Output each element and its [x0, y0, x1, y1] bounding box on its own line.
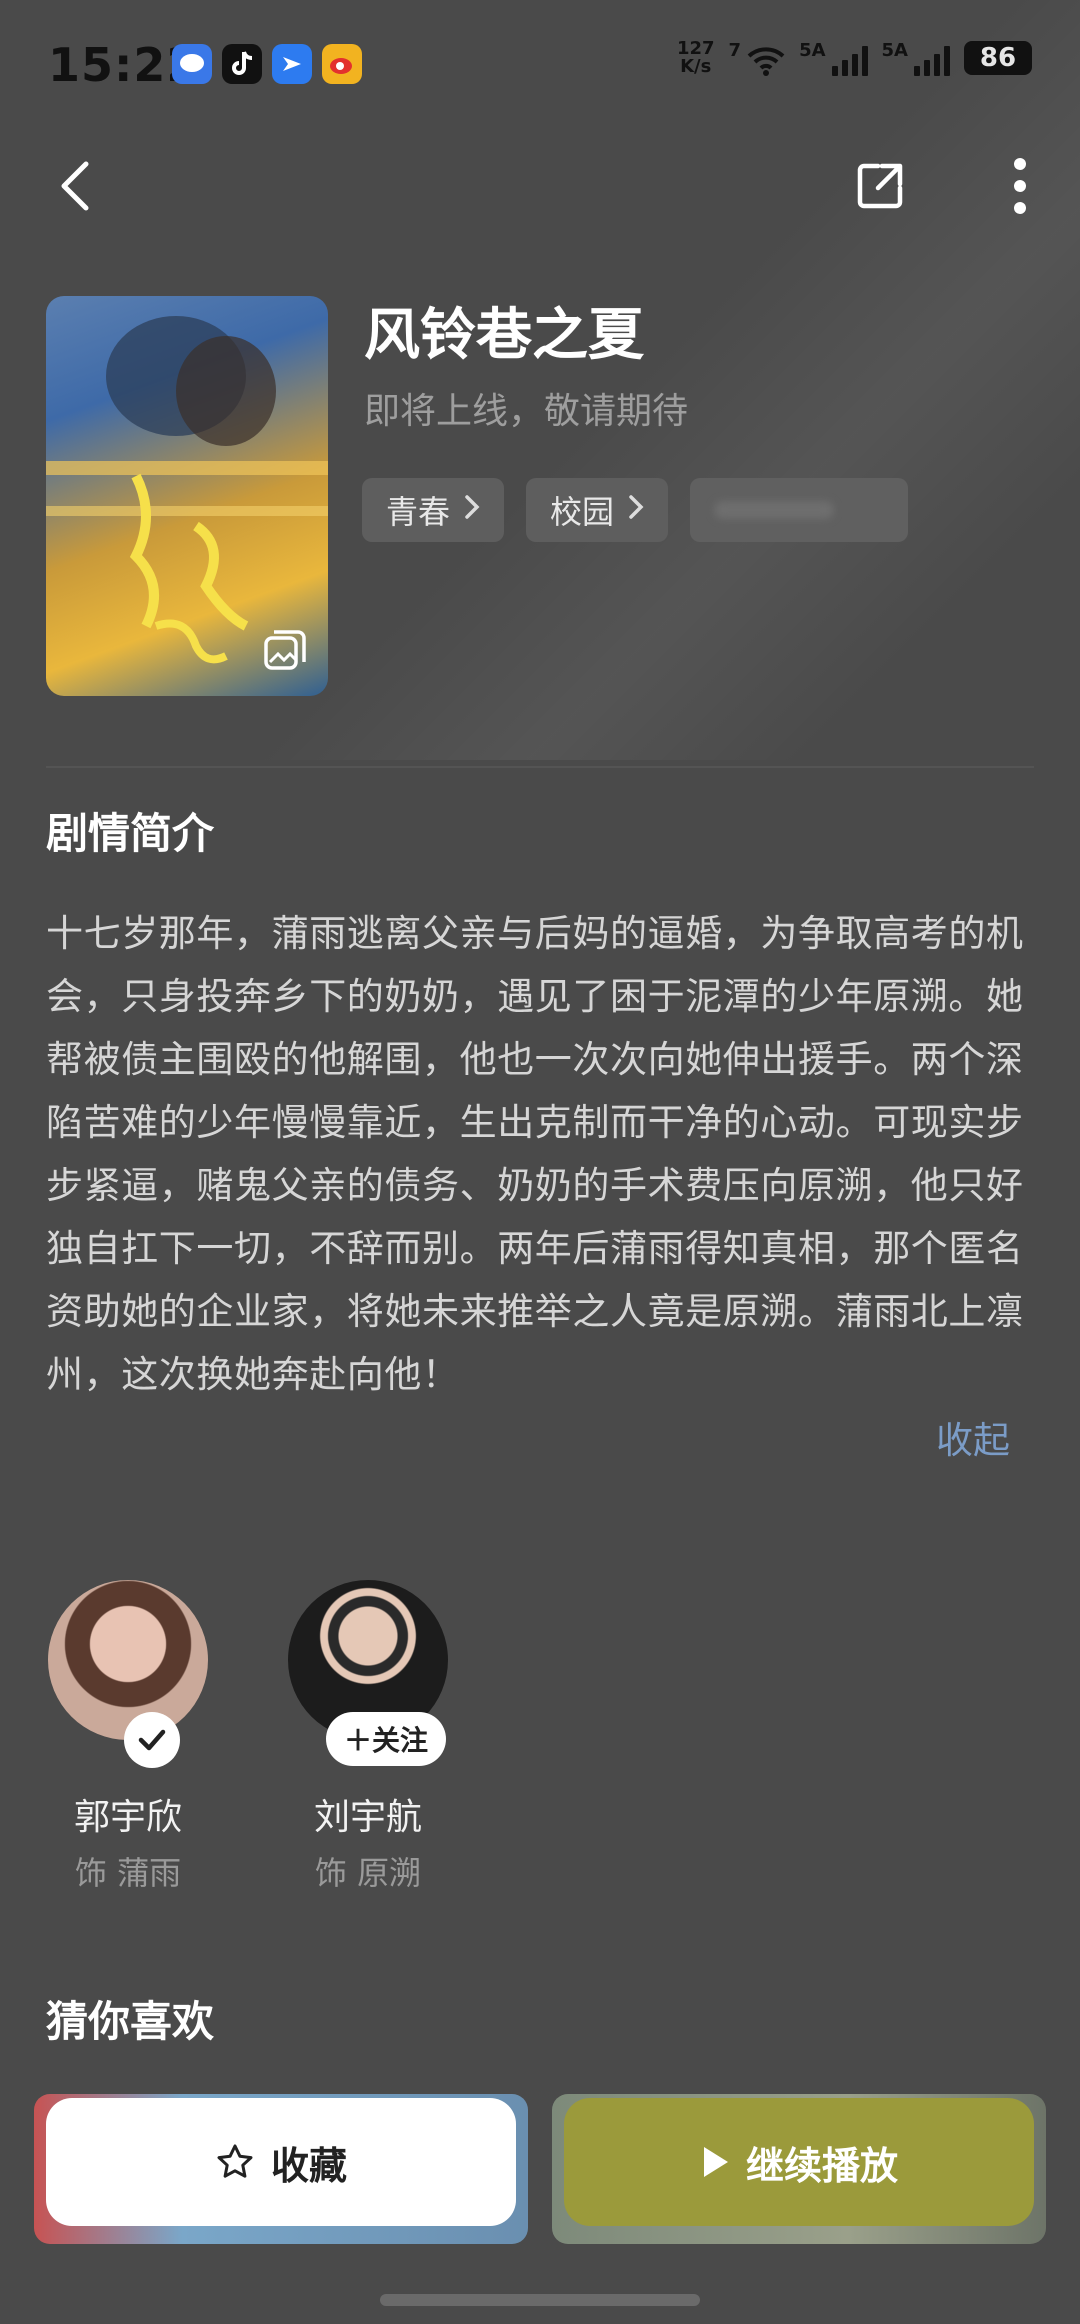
cast-name: 郭宇欣 [73, 1797, 182, 1838]
more-vertical-icon [1014, 158, 1026, 214]
check-icon[interactable] [124, 1712, 180, 1768]
signal-label-1: 5A [799, 40, 826, 61]
signal-icon-1: 5A [799, 40, 868, 76]
play-label: 继续播放 [745, 2143, 898, 2188]
tag-blurred[interactable] [690, 478, 909, 542]
home-indicator[interactable] [380, 2294, 700, 2306]
favorite-label: 收藏 [270, 2143, 347, 2188]
status-bar: 15:22 127 K/s 7 5A 5A 86 [0, 0, 1080, 130]
status-indicators: 127 K/s 7 5A 5A 86 [677, 40, 1032, 76]
release-status: 即将上线，敬请期待 [364, 391, 689, 432]
more-button[interactable] [980, 146, 1060, 226]
drama-title: 风铃巷之夏 [364, 303, 644, 368]
poster-image[interactable] [46, 296, 328, 696]
tag-youth[interactable]: 青春 [362, 478, 505, 542]
message-icon [172, 44, 212, 84]
cast-name: 刘宇航 [313, 1797, 422, 1838]
chevron-right-icon [464, 493, 480, 528]
favorite-button[interactable]: 收藏 [46, 2098, 516, 2226]
share-button[interactable] [840, 146, 920, 226]
collapse-button[interactable]: 收起 [936, 1410, 1010, 1464]
wifi-icon: 7 [729, 40, 786, 76]
blurred-tag-content [714, 501, 835, 519]
cast-member[interactable]: ＋关注 刘宇航 饰 原溯 [268, 1580, 468, 1894]
battery-indicator: 86 [964, 41, 1032, 75]
section-divider [46, 766, 1034, 768]
tag-campus[interactable]: 校园 [526, 478, 669, 542]
chevron-left-icon [61, 161, 89, 211]
avatar[interactable] [48, 1580, 208, 1740]
continue-play-button[interactable]: 继续播放 [564, 2098, 1034, 2226]
weibo-icon [322, 44, 362, 84]
notification-icons [172, 44, 362, 84]
cast-member[interactable]: 郭宇欣 饰 蒲雨 [28, 1580, 228, 1894]
tiktok-icon [222, 44, 262, 84]
synopsis-text: 十七岁那年，蒲雨逃离父亲与后妈的逼婚，为争取高考的机会，只身投奔乡下的奶奶，遇见… [46, 912, 1024, 1396]
tag-label: 青春 [386, 493, 451, 531]
recommend-heading: 猜你喜欢 [46, 1997, 215, 2046]
share-icon [857, 163, 903, 209]
tag-label: 校园 [550, 493, 615, 531]
follow-button[interactable]: ＋关注 [326, 1712, 447, 1766]
feishu-icon [272, 44, 312, 84]
back-button[interactable] [36, 146, 116, 226]
cast-role: 饰 蒲雨 [74, 1854, 182, 1892]
synopsis-heading: 剧情简介 [46, 809, 215, 858]
signal-label-2: 5A [881, 40, 908, 61]
network-speed: 127 K/s [677, 40, 715, 76]
gallery-icon[interactable] [262, 628, 308, 674]
star-icon [217, 2144, 253, 2178]
chevron-right-icon [628, 493, 644, 528]
play-icon [703, 2147, 728, 2177]
network-speed-unit: K/s [680, 56, 712, 77]
cast-role: 饰 原溯 [314, 1854, 422, 1892]
top-nav [0, 140, 1080, 240]
signal-icon-2: 5A [882, 40, 950, 76]
wifi-label: 7 [728, 40, 742, 61]
tag-list: 青春 校园 [362, 478, 909, 542]
